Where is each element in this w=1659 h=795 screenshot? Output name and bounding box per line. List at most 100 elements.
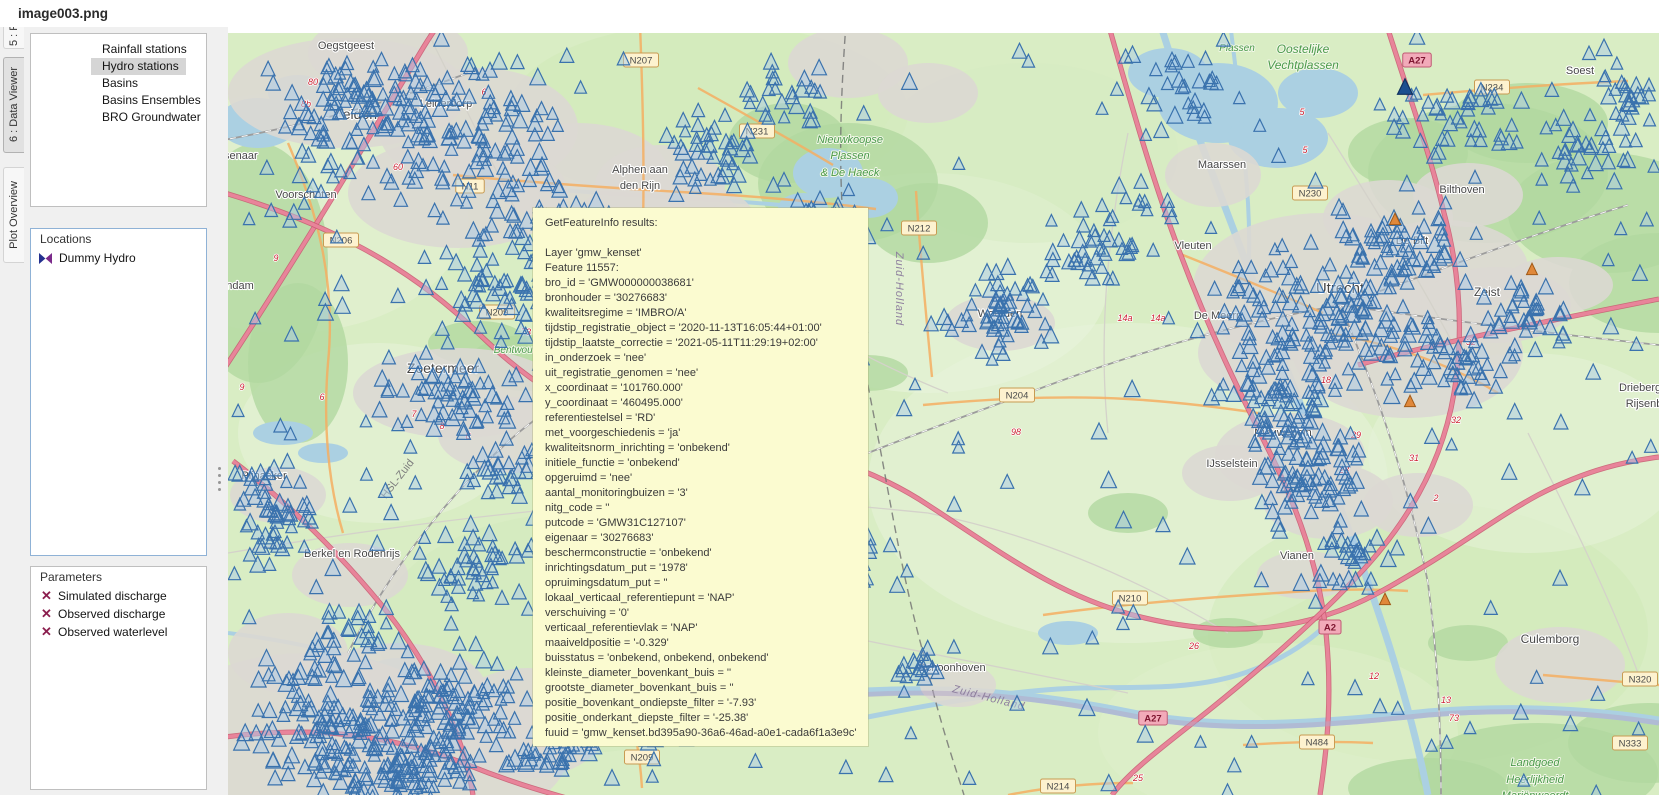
tooltip-line: verschuiving = '0' <box>545 606 868 621</box>
exit-number-label: 14a <box>1150 313 1165 323</box>
svg-text:N320: N320 <box>1629 675 1652 686</box>
svg-text:N333: N333 <box>1619 739 1642 750</box>
town-label: Wassenaar <box>228 150 258 162</box>
parameter-item-observed-discharge[interactable]: ✕Observed discharge <box>31 605 206 623</box>
tooltip-line: uit_registratie_genomen = 'nee' <box>545 366 868 381</box>
area-label: Heerlijkheid <box>1506 774 1564 786</box>
exit-number-label: 25 <box>1132 773 1144 783</box>
town-label: Vianen <box>1280 550 1314 562</box>
tooltip-line: tijdstip_laatste_correctie = '2021-05-11… <box>545 336 868 351</box>
side-tab-label: 6 : Data Viewer <box>8 67 20 142</box>
tooltip-line: nitg_code = '' <box>545 501 868 516</box>
map-graphics: OegstgeestLeiderdorpLeidenWassenaarVoors… <box>228 33 1659 795</box>
layer-item-basins-ensembles[interactable]: Basins Ensembles <box>91 92 186 109</box>
town-label: Voorschoten <box>275 189 336 201</box>
area-label: & De Haeck <box>821 167 880 179</box>
layers-list: Rainfall stationsHydro stationsBasinsBas… <box>31 34 206 126</box>
tooltip-line: Feature 11557: <box>545 261 868 276</box>
town-label: Berkel en Rodenrijs <box>304 548 400 560</box>
tooltip-line: kwaliteitsregime = 'IMBRO/A' <box>545 306 868 321</box>
town-label: Driebergen- <box>1619 382 1659 394</box>
locations-list: Dummy Hydro <box>31 249 206 267</box>
svg-text:A2: A2 <box>1324 623 1336 634</box>
x-icon: ✕ <box>38 624 55 640</box>
svg-text:N212: N212 <box>908 224 931 235</box>
road-shield: N214 <box>1041 779 1076 793</box>
side-tab-plot-overview[interactable]: Plot Overview <box>3 167 24 263</box>
tooltip-line: x_coordinaat = '101760.000' <box>545 381 868 396</box>
exit-number-label: 12 <box>1369 671 1379 681</box>
svg-text:N210: N210 <box>1119 594 1142 605</box>
svg-text:N214: N214 <box>1047 782 1070 793</box>
tooltip-line: met_voorgeschiedenis = 'ja' <box>545 426 868 441</box>
layer-item-bro-groundwater[interactable]: BRO Groundwater <box>91 109 186 126</box>
tooltip-line: fuuid = 'gmw_kenset.bd395a90-36a6-46ad-a… <box>545 726 868 741</box>
rotated-map-label: Zuid-Holland <box>893 251 905 326</box>
side-tab-6-data-viewer[interactable]: 6 : Data Viewer <box>3 57 24 153</box>
tooltip-line: kleinste_diameter_bovenkant_buis = '' <box>545 666 868 681</box>
town-label: den Rijn <box>620 180 660 192</box>
selected-station-marker[interactable] <box>1398 79 1413 95</box>
tooltip-line: y_coordinaat = '460495.000' <box>545 396 868 411</box>
exit-number-label: 2 <box>1432 493 1438 503</box>
window-title-bar: image003.png <box>0 0 1659 27</box>
town-label: Soest <box>1566 65 1594 77</box>
tooltip-line: referentiestelsel = 'RD' <box>545 411 868 426</box>
road-shield: N320 <box>1623 672 1658 686</box>
svg-text:N204: N204 <box>1006 391 1029 402</box>
exit-number-label: 73 <box>1449 713 1459 723</box>
application-window: image003.png 5 : F 6 : Data Viewer Plot Ov… <box>0 0 1659 795</box>
tooltip-line: maaiveldpositie = '-0.329' <box>545 636 868 651</box>
exit-number-label: 80 <box>308 77 318 87</box>
splitter-grip-dot <box>218 488 221 491</box>
tooltip-line: positie_bovenkant_ondiepste_filter = '-7… <box>545 696 868 711</box>
town-label: Culemborg <box>1521 632 1580 646</box>
sidebar-splitter[interactable] <box>211 27 228 795</box>
area-label: Nieuwkoopse <box>817 134 883 146</box>
town-label: Maarssen <box>1198 159 1246 171</box>
parameters-list: ✕Simulated discharge✕Observed discharge✕… <box>31 587 206 641</box>
parameter-item-label: Observed waterlevel <box>58 625 167 639</box>
parameter-item-observed-waterlevel[interactable]: ✕Observed waterlevel <box>31 623 206 641</box>
tooltip-line: inrichtingsdatum_put = '1978' <box>545 561 868 576</box>
layer-item-hydro-stations[interactable]: Hydro stations <box>91 58 186 75</box>
getfeatureinfo-tooltip: GetFeatureInfo results: Layer 'gmw_kense… <box>533 208 868 746</box>
tooltip-line: eigenaar = '30276683' <box>545 531 868 546</box>
tooltip-line: bronhouder = '30276683' <box>545 291 868 306</box>
layer-item-basins[interactable]: Basins <box>91 75 186 92</box>
parameter-item-label: Observed discharge <box>58 607 165 621</box>
location-item-label: Dummy Hydro <box>59 251 136 265</box>
side-tab-5-f[interactable]: 5 : F <box>3 27 24 49</box>
exit-number-label: 13 <box>1441 695 1451 705</box>
town-label: Rijsenburg <box>1626 398 1659 410</box>
road-shield: N484 <box>1300 735 1335 749</box>
exit-number-label: 9 <box>239 382 244 392</box>
layers-panel: Rainfall stationsHydro stationsBasinsBas… <box>30 33 207 207</box>
tooltip-line: lokaal_verticaal_referentiepunt = 'NAP' <box>545 591 868 606</box>
tooltip-line: beschermconstructie = 'onbekend' <box>545 546 868 561</box>
area-label: Oostelijke <box>1277 42 1330 56</box>
map-canvas[interactable]: OegstgeestLeiderdorpLeidenWassenaarVoors… <box>228 33 1659 795</box>
x-icon: ✕ <box>38 606 55 622</box>
parameter-item-label: Simulated discharge <box>58 589 167 603</box>
tooltip-line: aantal_monitoringbuizen = '3' <box>545 486 868 501</box>
bowtie-marker-icon <box>38 252 55 265</box>
exit-number-label: 31 <box>1409 453 1419 463</box>
road-shield: A2 <box>1319 620 1341 634</box>
tooltip-line: opgeruimd = 'nee' <box>545 471 868 486</box>
tooltip-line: grootste_diameter_bovenkant_buis = '' <box>545 681 868 696</box>
town-label: Oegstgeest <box>318 40 374 52</box>
town-label: Vleuten <box>1174 240 1211 252</box>
tooltip-line: kwaliteitsnorm_inrichting = 'onbekend' <box>545 441 868 456</box>
tooltip-line: in_onderzoek = 'nee' <box>545 351 868 366</box>
x-icon: ✕ <box>38 588 55 604</box>
location-item-dummy-hydro[interactable]: Dummy Hydro <box>31 249 206 267</box>
exit-number-label: 32 <box>1451 415 1461 425</box>
svg-text:N230: N230 <box>1299 189 1322 200</box>
tooltip-line: bro_id = 'GMW000000038681' <box>545 276 868 291</box>
parameter-item-simulated-discharge[interactable]: ✕Simulated discharge <box>31 587 206 605</box>
town-label: Bilthoven <box>1439 184 1484 196</box>
layer-item-rainfall-stations[interactable]: Rainfall stations <box>91 41 186 58</box>
svg-text:N207: N207 <box>630 56 653 67</box>
splitter-grip-dot <box>218 467 221 470</box>
